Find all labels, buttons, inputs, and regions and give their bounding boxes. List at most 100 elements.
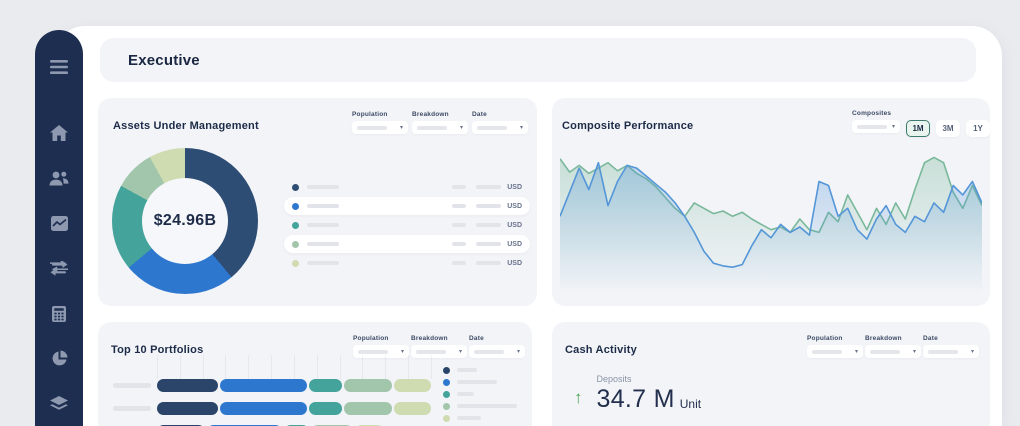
legend-item[interactable]: [443, 364, 517, 376]
aum-legend-row[interactable]: USD: [284, 216, 530, 234]
breakdown-select[interactable]: ▾: [412, 121, 468, 134]
aum-legend-row[interactable]: USD: [284, 254, 530, 272]
redacted-label-bar: [457, 380, 497, 384]
redacted-value-bar: [452, 223, 466, 227]
executive-dashboard: Executive Assets Under Management Popula…: [0, 0, 1020, 426]
axis-ticks: [157, 355, 432, 379]
range-button-3m[interactable]: 3M: [936, 120, 960, 137]
redacted-row-label-bar: [113, 383, 151, 388]
legend-dot-icon: [292, 222, 299, 229]
sidebar-item-allocation[interactable]: [35, 336, 83, 381]
panel-top-10-portfolios: Top 10 Portfolios Population ▾ Breakdown…: [98, 322, 532, 426]
filter-label: Population: [353, 335, 409, 342]
population-select[interactable]: ▾: [352, 121, 408, 134]
range-toggle: 1M 3M 1Y: [906, 120, 990, 137]
date-select[interactable]: ▾: [472, 121, 528, 134]
composite-performance-chart[interactable]: [560, 142, 982, 294]
portfolio-bar-row[interactable]: [113, 402, 432, 415]
filter-label: Date: [923, 335, 979, 342]
legend-dot-icon: [443, 415, 450, 422]
date-select[interactable]: ▾: [469, 345, 525, 358]
redacted-label-bar: [307, 204, 339, 209]
filter-label: Composites: [852, 110, 900, 117]
sidebar-item-calculator[interactable]: [35, 291, 83, 336]
redacted-value-bar: [476, 242, 501, 246]
deposits-value: 34.7 M: [597, 387, 675, 412]
panel-title: Composite Performance: [562, 120, 693, 132]
chevron-down-icon: ▾: [892, 124, 895, 130]
bar-segment: [220, 379, 307, 392]
legend-dot-icon: [292, 184, 299, 191]
bar-track: [157, 402, 432, 415]
select-value-placeholder: [417, 126, 447, 130]
bar-segment: [220, 402, 307, 415]
filter-label: Population: [352, 111, 408, 118]
chevron-down-icon: ▾: [460, 125, 463, 131]
page-title: Executive: [128, 52, 200, 69]
range-button-1m[interactable]: 1M: [906, 120, 930, 137]
composites-select[interactable]: ▾: [852, 120, 900, 133]
chevron-down-icon: ▾: [913, 349, 916, 355]
sidebar-item-home[interactable]: [35, 111, 83, 156]
redacted-value-bar: [476, 261, 501, 265]
axis-tick: [317, 355, 318, 379]
panel-cash-activity: Cash Activity Population ▾ Breakdown ▾ D…: [552, 322, 990, 426]
aum-donut-chart[interactable]: $24.96B: [112, 148, 258, 294]
trend-up-arrow-icon: ↑: [574, 388, 583, 408]
aum-legend: USDUSDUSDUSDUSD: [284, 178, 530, 273]
filter-label: Breakdown: [411, 335, 467, 342]
filter-date: Date ▾: [923, 335, 979, 358]
transfers-icon: [50, 261, 68, 276]
filter-composites: Composites ▾: [852, 110, 900, 133]
menu-icon: [48, 59, 70, 75]
aum-legend-row[interactable]: USD: [284, 178, 530, 196]
home-icon: [50, 125, 68, 142]
redacted-row-label-bar: [113, 406, 151, 411]
filter-label: Breakdown: [865, 335, 921, 342]
select-value-placeholder: [416, 350, 446, 354]
currency-code: USD: [507, 241, 522, 248]
header-bar: Executive: [100, 38, 976, 82]
filter-label: Population: [807, 335, 863, 342]
select-value-placeholder: [928, 350, 958, 354]
axis-tick: [362, 355, 363, 379]
axis-tick: [203, 355, 204, 379]
portfolio-bars: [113, 379, 432, 426]
chevron-down-icon: ▾: [855, 349, 858, 355]
breakdown-select[interactable]: ▾: [865, 345, 921, 358]
filter-breakdown: Breakdown ▾: [865, 335, 921, 358]
aum-legend-row[interactable]: USD: [284, 197, 530, 215]
redacted-label-bar: [457, 416, 481, 420]
redacted-label-bar: [457, 368, 477, 372]
calculator-icon: [52, 306, 66, 322]
filter-date: Date ▾: [469, 335, 525, 358]
bar-segment: [309, 402, 342, 415]
bar-segment: [157, 379, 218, 392]
legend-item[interactable]: [443, 376, 517, 388]
redacted-value-bar: [476, 223, 501, 227]
sidebar-item-clients[interactable]: [35, 156, 83, 201]
aum-legend-row[interactable]: USD: [284, 235, 530, 253]
sidebar: [35, 30, 83, 426]
layers-icon: [50, 396, 68, 412]
sidebar-item-layers[interactable]: [35, 381, 83, 426]
legend-item[interactable]: [443, 400, 517, 412]
filter-label: Date: [469, 335, 525, 342]
sidebar-item-menu[interactable]: [35, 44, 83, 89]
sidebar-item-performance[interactable]: [35, 201, 83, 246]
range-button-1y[interactable]: 1Y: [966, 120, 990, 137]
portfolio-bar-row[interactable]: [113, 379, 432, 392]
sidebar-item-transfers[interactable]: [35, 246, 83, 291]
redacted-label-bar: [307, 185, 339, 190]
allocation-pie-icon: [51, 350, 68, 367]
date-select[interactable]: ▾: [923, 345, 979, 358]
axis-tick: [248, 355, 249, 379]
population-select[interactable]: ▾: [807, 345, 863, 358]
currency-code: USD: [507, 260, 522, 267]
axis-tick: [157, 355, 158, 379]
portfolios-legend: [443, 364, 517, 424]
legend-item[interactable]: [443, 412, 517, 424]
legend-item[interactable]: [443, 388, 517, 400]
currency-code: USD: [507, 184, 522, 191]
select-value-placeholder: [870, 350, 900, 354]
